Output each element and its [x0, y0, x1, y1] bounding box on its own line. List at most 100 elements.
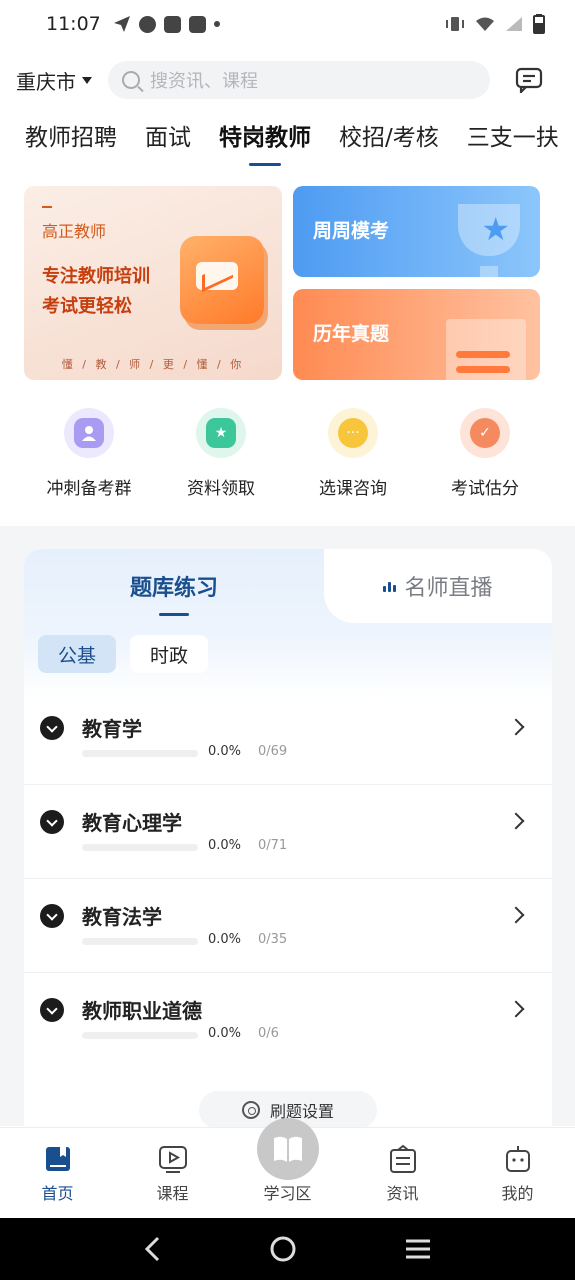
nav-label: 课程: [156, 1184, 189, 1203]
progress-percent: 0.0%: [208, 932, 242, 947]
open-book-icon: [274, 1136, 302, 1162]
top-header: 重庆市 搜资讯、课程: [0, 58, 575, 102]
tab-live-teachers[interactable]: 名师直播: [324, 549, 552, 623]
document-icon: [446, 319, 526, 380]
group-icon: [64, 408, 114, 458]
progress-percent: 0.0%: [208, 744, 242, 759]
chat-bubble-icon: ···: [328, 408, 378, 458]
live-bars-icon: [383, 580, 397, 592]
robot-icon: [503, 1144, 533, 1174]
progress-count: 0/6: [258, 1026, 279, 1041]
message-button[interactable]: [514, 65, 544, 95]
expand-toggle-icon[interactable]: [40, 716, 64, 740]
tab-question-bank[interactable]: 题库练习: [24, 549, 324, 623]
tab-campus-recruit[interactable]: 校招/考核: [339, 118, 439, 152]
dot-icon: [213, 21, 220, 27]
progress-bar: [82, 844, 198, 851]
tab-question-bank-label: 题库练习: [130, 570, 218, 602]
list-item[interactable]: 教育法学 0.0% 0/35: [24, 879, 552, 973]
quick-label: 资料领取: [187, 479, 255, 499]
quick-label: 选课咨询: [319, 479, 387, 499]
system-icons: [445, 14, 545, 34]
nav-label: 首页: [41, 1184, 74, 1203]
tab-teacher-recruit[interactable]: 教师招聘: [25, 118, 117, 152]
nav-home[interactable]: 首页: [0, 1128, 115, 1218]
main-banner[interactable]: 高正教师 专注教师培训 考试更轻松 懂 / 教 / 师 / 更 / 懂 / 你: [24, 186, 282, 380]
quick-course-consult[interactable]: ··· 选课咨询: [287, 408, 419, 499]
star-icon: ★: [481, 210, 510, 248]
chevron-right-icon[interactable]: [507, 718, 525, 736]
nav-label: 我的: [501, 1184, 534, 1203]
quick-score-estimate[interactable]: ✓ 考试估分: [419, 408, 551, 499]
chevron-right-icon[interactable]: [507, 812, 525, 830]
score-badge-icon: ✓: [460, 408, 510, 458]
status-time: 11:07: [46, 13, 101, 35]
banner-line2: 考试更轻松: [42, 296, 132, 317]
mail-icon: [163, 15, 181, 33]
progress-percent: 0.0%: [208, 838, 242, 853]
progress-bar: [82, 938, 198, 945]
nav-mine[interactable]: 我的: [460, 1128, 575, 1218]
chart-bubble-illustration: [180, 236, 264, 324]
study-area-book-button[interactable]: [257, 1118, 319, 1180]
city-label: 重庆市: [16, 69, 76, 94]
home-circle-icon[interactable]: [269, 1235, 297, 1263]
category-tabs: 教师招聘 面试 特岗教师 校招/考核 三支一扶: [0, 118, 575, 168]
list-item[interactable]: 教育学 0.0% 0/69: [24, 691, 552, 785]
search-input[interactable]: 搜资讯、课程: [108, 61, 490, 99]
past-exams-title: 历年真题: [313, 323, 390, 345]
practice-card: 题库练习 名师直播 公基 时政 教育学 0.0% 0/69 教育心理学 0.0%…: [24, 549, 552, 1149]
check-circle-icon: [138, 15, 156, 33]
subject-name: 教育法学: [82, 905, 162, 929]
expand-toggle-icon[interactable]: [40, 904, 64, 928]
weekly-mock-banner[interactable]: 周周模考 ★: [293, 186, 540, 277]
weekly-mock-title: 周周模考: [313, 220, 390, 242]
subject-list: 教育学 0.0% 0/69 教育心理学 0.0% 0/71 教育法学 0.0% …: [24, 691, 552, 1067]
recents-icon[interactable]: [404, 1238, 432, 1260]
bottom-nav: 首页 课程 学习区 资讯 我的: [0, 1118, 575, 1218]
nav-label: 资讯: [386, 1184, 419, 1203]
vibrate-icon: [446, 17, 464, 31]
chevron-right-icon[interactable]: [507, 1000, 525, 1018]
play-video-icon: [158, 1144, 188, 1174]
expand-toggle-icon[interactable]: [40, 810, 64, 834]
gift-box-icon: ★: [196, 408, 246, 458]
subject-name: 教育学: [82, 717, 142, 741]
caret-down-icon: [82, 76, 92, 84]
tab-special-teacher[interactable]: 特岗教师: [219, 118, 311, 152]
battery-icon: [533, 14, 545, 34]
tab-live-teachers-label: 名师直播: [404, 576, 493, 601]
notification-icons: [113, 15, 220, 33]
quick-materials[interactable]: ★ 资料领取: [155, 408, 287, 499]
chip-gongji[interactable]: 公基: [38, 635, 117, 673]
system-nav-bar: [0, 1218, 575, 1280]
tab-sanzhiyifu[interactable]: 三支一扶: [467, 118, 559, 152]
send-icon: [113, 16, 130, 32]
past-exams-banner[interactable]: 历年真题: [293, 289, 540, 380]
chevron-right-icon[interactable]: [507, 906, 525, 924]
progress-count: 0/71: [258, 838, 288, 853]
tab-interview[interactable]: 面试: [145, 118, 191, 152]
city-selector[interactable]: 重庆市: [16, 66, 108, 95]
expand-toggle-icon[interactable]: [40, 998, 64, 1022]
progress-percent: 0.0%: [208, 1026, 242, 1041]
quick-label: 冲刺备考群: [46, 479, 132, 499]
quick-actions: 冲刺备考群 ★ 资料领取 ··· 选课咨询 ✓ 考试估分: [0, 408, 575, 499]
banner-tagline: 懂 / 教 / 师 / 更 / 懂 / 你: [61, 358, 245, 371]
wifi-icon: [476, 17, 494, 31]
nav-news[interactable]: 资讯: [345, 1128, 460, 1218]
chip-shizheng[interactable]: 时政: [130, 635, 209, 673]
nav-courses[interactable]: 课程: [115, 1128, 230, 1218]
list-item[interactable]: 教育心理学 0.0% 0/71: [24, 785, 552, 879]
home-book-icon: [43, 1144, 73, 1174]
back-icon[interactable]: [143, 1236, 163, 1262]
message-icon: [515, 67, 543, 93]
status-bar: 11:07: [0, 0, 575, 48]
list-item[interactable]: 教师职业道德 0.0% 0/6: [24, 973, 552, 1067]
signal-icon: [506, 17, 522, 31]
search-icon: [122, 71, 140, 89]
nav-label: 学习区: [263, 1184, 312, 1203]
banner-brand: 高正教师: [42, 206, 106, 242]
quick-study-group[interactable]: 冲刺备考群: [23, 408, 155, 499]
subject-name: 教育心理学: [82, 811, 182, 835]
